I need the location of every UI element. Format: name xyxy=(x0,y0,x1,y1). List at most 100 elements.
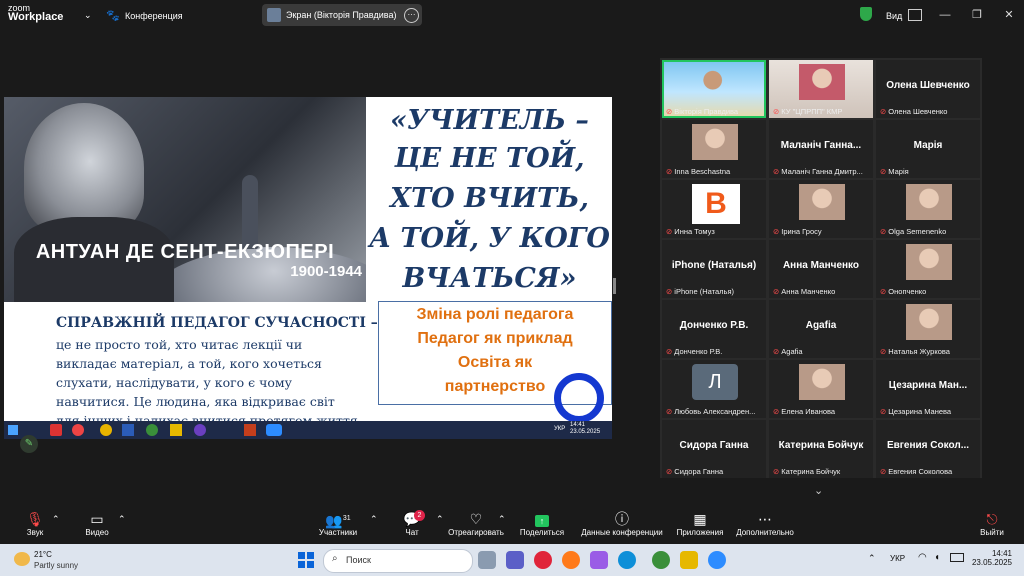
splitter-handle[interactable] xyxy=(613,278,616,294)
opera-icon[interactable] xyxy=(534,551,552,569)
participant-name-label: ⊘ Наталья Журкова xyxy=(880,347,950,356)
participant-tile[interactable]: ⊘ Ірина Гросу xyxy=(769,180,873,238)
edge-icon[interactable] xyxy=(618,551,636,569)
participant-tile[interactable]: Цезарина Ман... ⊘ Цезарина Манева xyxy=(876,360,980,418)
participant-tile[interactable]: ⊘ Olga Semenenko xyxy=(876,180,980,238)
participant-display-name: iPhone (Наталья) xyxy=(671,260,757,271)
more-icon[interactable]: ··· xyxy=(404,8,419,23)
shield-icon[interactable] xyxy=(860,7,872,21)
view-label[interactable]: Вид xyxy=(886,11,902,21)
participant-display-name: Донченко Р.В. xyxy=(679,320,749,331)
chrome-icon xyxy=(146,424,158,436)
participant-tile[interactable]: Евгения Сокол... ⊘ Евгения Соколова xyxy=(876,420,980,478)
apps-icon: ▦ xyxy=(693,511,707,527)
participant-tile[interactable]: Олена Шевченко ⊘ Олена Шевченко xyxy=(876,60,980,118)
little-prince-figure xyxy=(242,175,258,249)
wifi-icon[interactable]: ◠ xyxy=(918,552,927,563)
participant-tile[interactable]: ⊘ Наталья Журкова xyxy=(876,300,980,358)
mic-muted-icon: ⊘ xyxy=(666,287,673,296)
speaker-icon[interactable]: ◖ xyxy=(934,552,940,563)
grid-icon[interactable] xyxy=(908,9,922,21)
participant-photo xyxy=(906,184,952,220)
lang-indicator[interactable]: УКР xyxy=(890,554,905,563)
minimize-icon[interactable]: — xyxy=(938,8,952,22)
taskbar-search[interactable]: ⌕ Поиск xyxy=(323,549,473,573)
participant-photo xyxy=(799,184,845,220)
quote-line-5: ВЧАТЬСЯ» xyxy=(402,263,577,294)
weather-desc[interactable]: Partly sunny xyxy=(34,561,78,570)
video-options-icon[interactable]: ⌃ xyxy=(118,514,126,525)
chevron-down-icon[interactable]: ⌄ xyxy=(84,10,92,21)
participant-tile[interactable]: Донченко Р.В. ⊘ Донченко Р.В. xyxy=(662,300,766,358)
weather-icon xyxy=(14,552,30,566)
participant-tile[interactable]: iPhone (Наталья) ⊘ iPhone (Наталья) xyxy=(662,240,766,298)
annotate-icon[interactable]: ✎ xyxy=(20,435,38,453)
participant-tile[interactable]: ⊘ Inna Beschastna xyxy=(662,120,766,178)
participant-tile[interactable]: B ⊘ Инна Томуз xyxy=(662,180,766,238)
audio-options-icon[interactable]: ⌃ xyxy=(52,514,60,525)
participant-tile[interactable]: Марія ⊘ Марія xyxy=(876,120,980,178)
participant-tile[interactable]: Катерина Бойчук ⊘ Катерина Бойчук xyxy=(769,420,873,478)
quote-line-1: «УЧИТЕЛЬ – xyxy=(390,105,589,136)
mic-muted-icon: ⊘ xyxy=(773,467,780,476)
battery-icon[interactable] xyxy=(950,553,964,562)
react-options-icon[interactable]: ⌃ xyxy=(498,514,506,525)
apps-button[interactable]: ▦ Приложения xyxy=(670,510,730,537)
participant-tile[interactable]: Анна Манченко ⊘ Анна Манченко xyxy=(769,240,873,298)
folder-icon[interactable] xyxy=(680,551,698,569)
mic-muted-icon: ⊘ xyxy=(666,107,673,116)
weather-temp[interactable]: 21°C xyxy=(34,550,52,559)
firefox-icon[interactable] xyxy=(562,551,580,569)
participant-name-label: ⊘ Маланіч Ганна Дмитр... xyxy=(773,167,863,176)
app-icon xyxy=(100,424,112,436)
chat-button[interactable]: 💬 Чат xyxy=(382,510,442,537)
slide-heading: СПРАВЖНІЙ ПЕДАГОГ СУЧАСНОСТІ – xyxy=(56,315,378,331)
participant-name-label: ⊘ Ірина Гросу xyxy=(773,227,822,236)
participant-tile[interactable]: ⊘ Вікторія Правдива xyxy=(662,60,766,118)
participant-tile[interactable]: Agafia ⊘ Agafia xyxy=(769,300,873,358)
powerpoint-icon xyxy=(244,424,256,436)
task-view-icon[interactable] xyxy=(478,551,496,569)
start-icon[interactable] xyxy=(298,552,314,568)
participant-tile[interactable]: Л ⊘ Любовь Александрен... xyxy=(662,360,766,418)
leave-button[interactable]: ⎋ Выйти xyxy=(962,510,1022,537)
close-icon[interactable]: ✕ xyxy=(1002,8,1016,22)
mic-muted-icon: ⊘ xyxy=(880,227,887,236)
mic-muted-icon: ⊘ xyxy=(773,227,780,236)
share-button[interactable]: ↑ Поделиться xyxy=(512,510,572,537)
participant-name-label: ⊘ Анна Манченко xyxy=(773,287,836,296)
participant-tile[interactable]: Сидора Ганна ⊘ Сидора Ганна xyxy=(662,420,766,478)
chat-options-icon[interactable]: ⌃ xyxy=(436,514,444,525)
participant-tile[interactable]: ⊘ КУ "ЦПРПП" КМР xyxy=(769,60,873,118)
copilot-icon[interactable] xyxy=(590,551,608,569)
participant-name-label: ⊘ Донченко Р.В. xyxy=(666,347,723,356)
restore-icon[interactable]: ❐ xyxy=(970,8,984,22)
share-screen-icon: ↑ xyxy=(512,510,572,528)
participant-photo xyxy=(799,64,845,100)
more-button[interactable]: ⋯ Дополнительно xyxy=(730,510,800,537)
react-button[interactable]: ♡ Отреагировать xyxy=(446,510,506,537)
participants-button[interactable]: 👥31 Участники xyxy=(308,510,368,537)
tray-chevron-icon[interactable]: ⌃ xyxy=(868,553,876,564)
participant-tile[interactable]: ⊘ Елена Иванова xyxy=(769,360,873,418)
teams-icon[interactable] xyxy=(506,551,524,569)
taskbar-clock[interactable]: 14:41 23.05.2025 xyxy=(970,549,1012,567)
quote-line-2: ЦЕ НЕ ТОЙ, xyxy=(394,143,585,174)
participant-name-label: ⊘ Олена Шевченко xyxy=(880,107,948,116)
chrome-icon[interactable] xyxy=(652,551,670,569)
participant-name-label: ⊘ Катерина Бойчук xyxy=(773,467,841,476)
participants-options-icon[interactable]: ⌃ xyxy=(370,514,378,525)
windows-taskbar: 21°C Partly sunny ⌕ Поиск ⌃ УКР ◠ ◖ 14:4… xyxy=(0,544,1024,576)
participant-display-name: Анна Манченко xyxy=(782,260,860,271)
scroll-down-icon[interactable]: ⌄ xyxy=(814,484,823,497)
meeting-label[interactable]: Конференция xyxy=(125,11,183,21)
mic-muted-icon: ⊘ xyxy=(773,347,780,356)
participant-tile[interactable]: Маланіч Ганна... ⊘ Маланіч Ганна Дмитр... xyxy=(769,120,873,178)
participant-display-name: Agafia xyxy=(805,320,837,331)
participant-tile[interactable]: ⊘ Онопченко xyxy=(876,240,980,298)
zoom-app-icon[interactable] xyxy=(708,551,726,569)
meeting-info-button[interactable]: ⓘ Данные конференции xyxy=(578,510,666,537)
screen-share-indicator[interactable]: Экран (Вікторія Правдива) ··· xyxy=(262,4,422,26)
participant-display-name: Марія xyxy=(913,140,943,151)
info-icon: ⓘ xyxy=(615,511,629,527)
